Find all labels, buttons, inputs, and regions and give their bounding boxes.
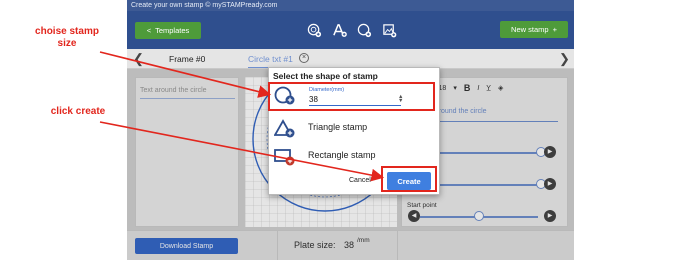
chevron-right-icon[interactable]: ❯ [559,51,570,67]
highlight-create-button [381,166,437,192]
main-toolbar: < Templates New stamp + [127,11,574,49]
circle-stamp-icon [307,23,321,37]
rectangle-stamp-option[interactable]: Rectangle stamp [271,144,437,168]
new-stamp-label: New stamp [511,25,549,34]
dialog-title: Select the shape of stamp [273,71,378,81]
add-circle-tool-button[interactable] [305,21,323,39]
cancel-button[interactable]: Cancel [349,177,371,184]
circle-plus-icon [357,23,371,37]
add-image-tool-button[interactable] [380,21,398,39]
tab-frame[interactable]: Frame #0 [169,54,205,64]
triangle-stamp-label: Triangle stamp [308,122,368,132]
tab-bar: ❮ Frame #0 Circle txt #1 × ❯ [127,49,574,69]
close-tab-icon[interactable]: × [299,53,309,63]
add-text-icon [332,23,347,37]
add-shape-tool-button[interactable] [355,21,373,39]
templates-label: Templates [155,26,190,35]
plus-icon: + [552,25,557,34]
rectangle-stamp-icon [274,149,295,166]
chevron-left-icon: < [146,26,152,35]
tab-circle-text[interactable]: Circle txt #1 [248,54,293,68]
highlight-size-field [268,82,435,111]
new-stamp-button[interactable]: New stamp + [500,21,568,38]
size-note: choise stamp size [35,26,99,49]
chevron-left-icon[interactable]: ❮ [133,51,144,67]
rectangle-stamp-label: Rectangle stamp [308,150,376,160]
tutorial-screenshot: { "app": { "window_title": "Create your … [0,0,700,260]
templates-button[interactable]: < Templates [135,22,201,39]
add-text-tool-button[interactable] [330,21,348,39]
image-plus-icon [382,23,396,37]
triangle-stamp-option[interactable]: Triangle stamp [271,116,437,140]
create-note: click create [50,106,106,117]
triangle-stamp-icon [274,119,295,138]
window-title: Create your own stamp © mySTAMPready.com [127,0,574,11]
